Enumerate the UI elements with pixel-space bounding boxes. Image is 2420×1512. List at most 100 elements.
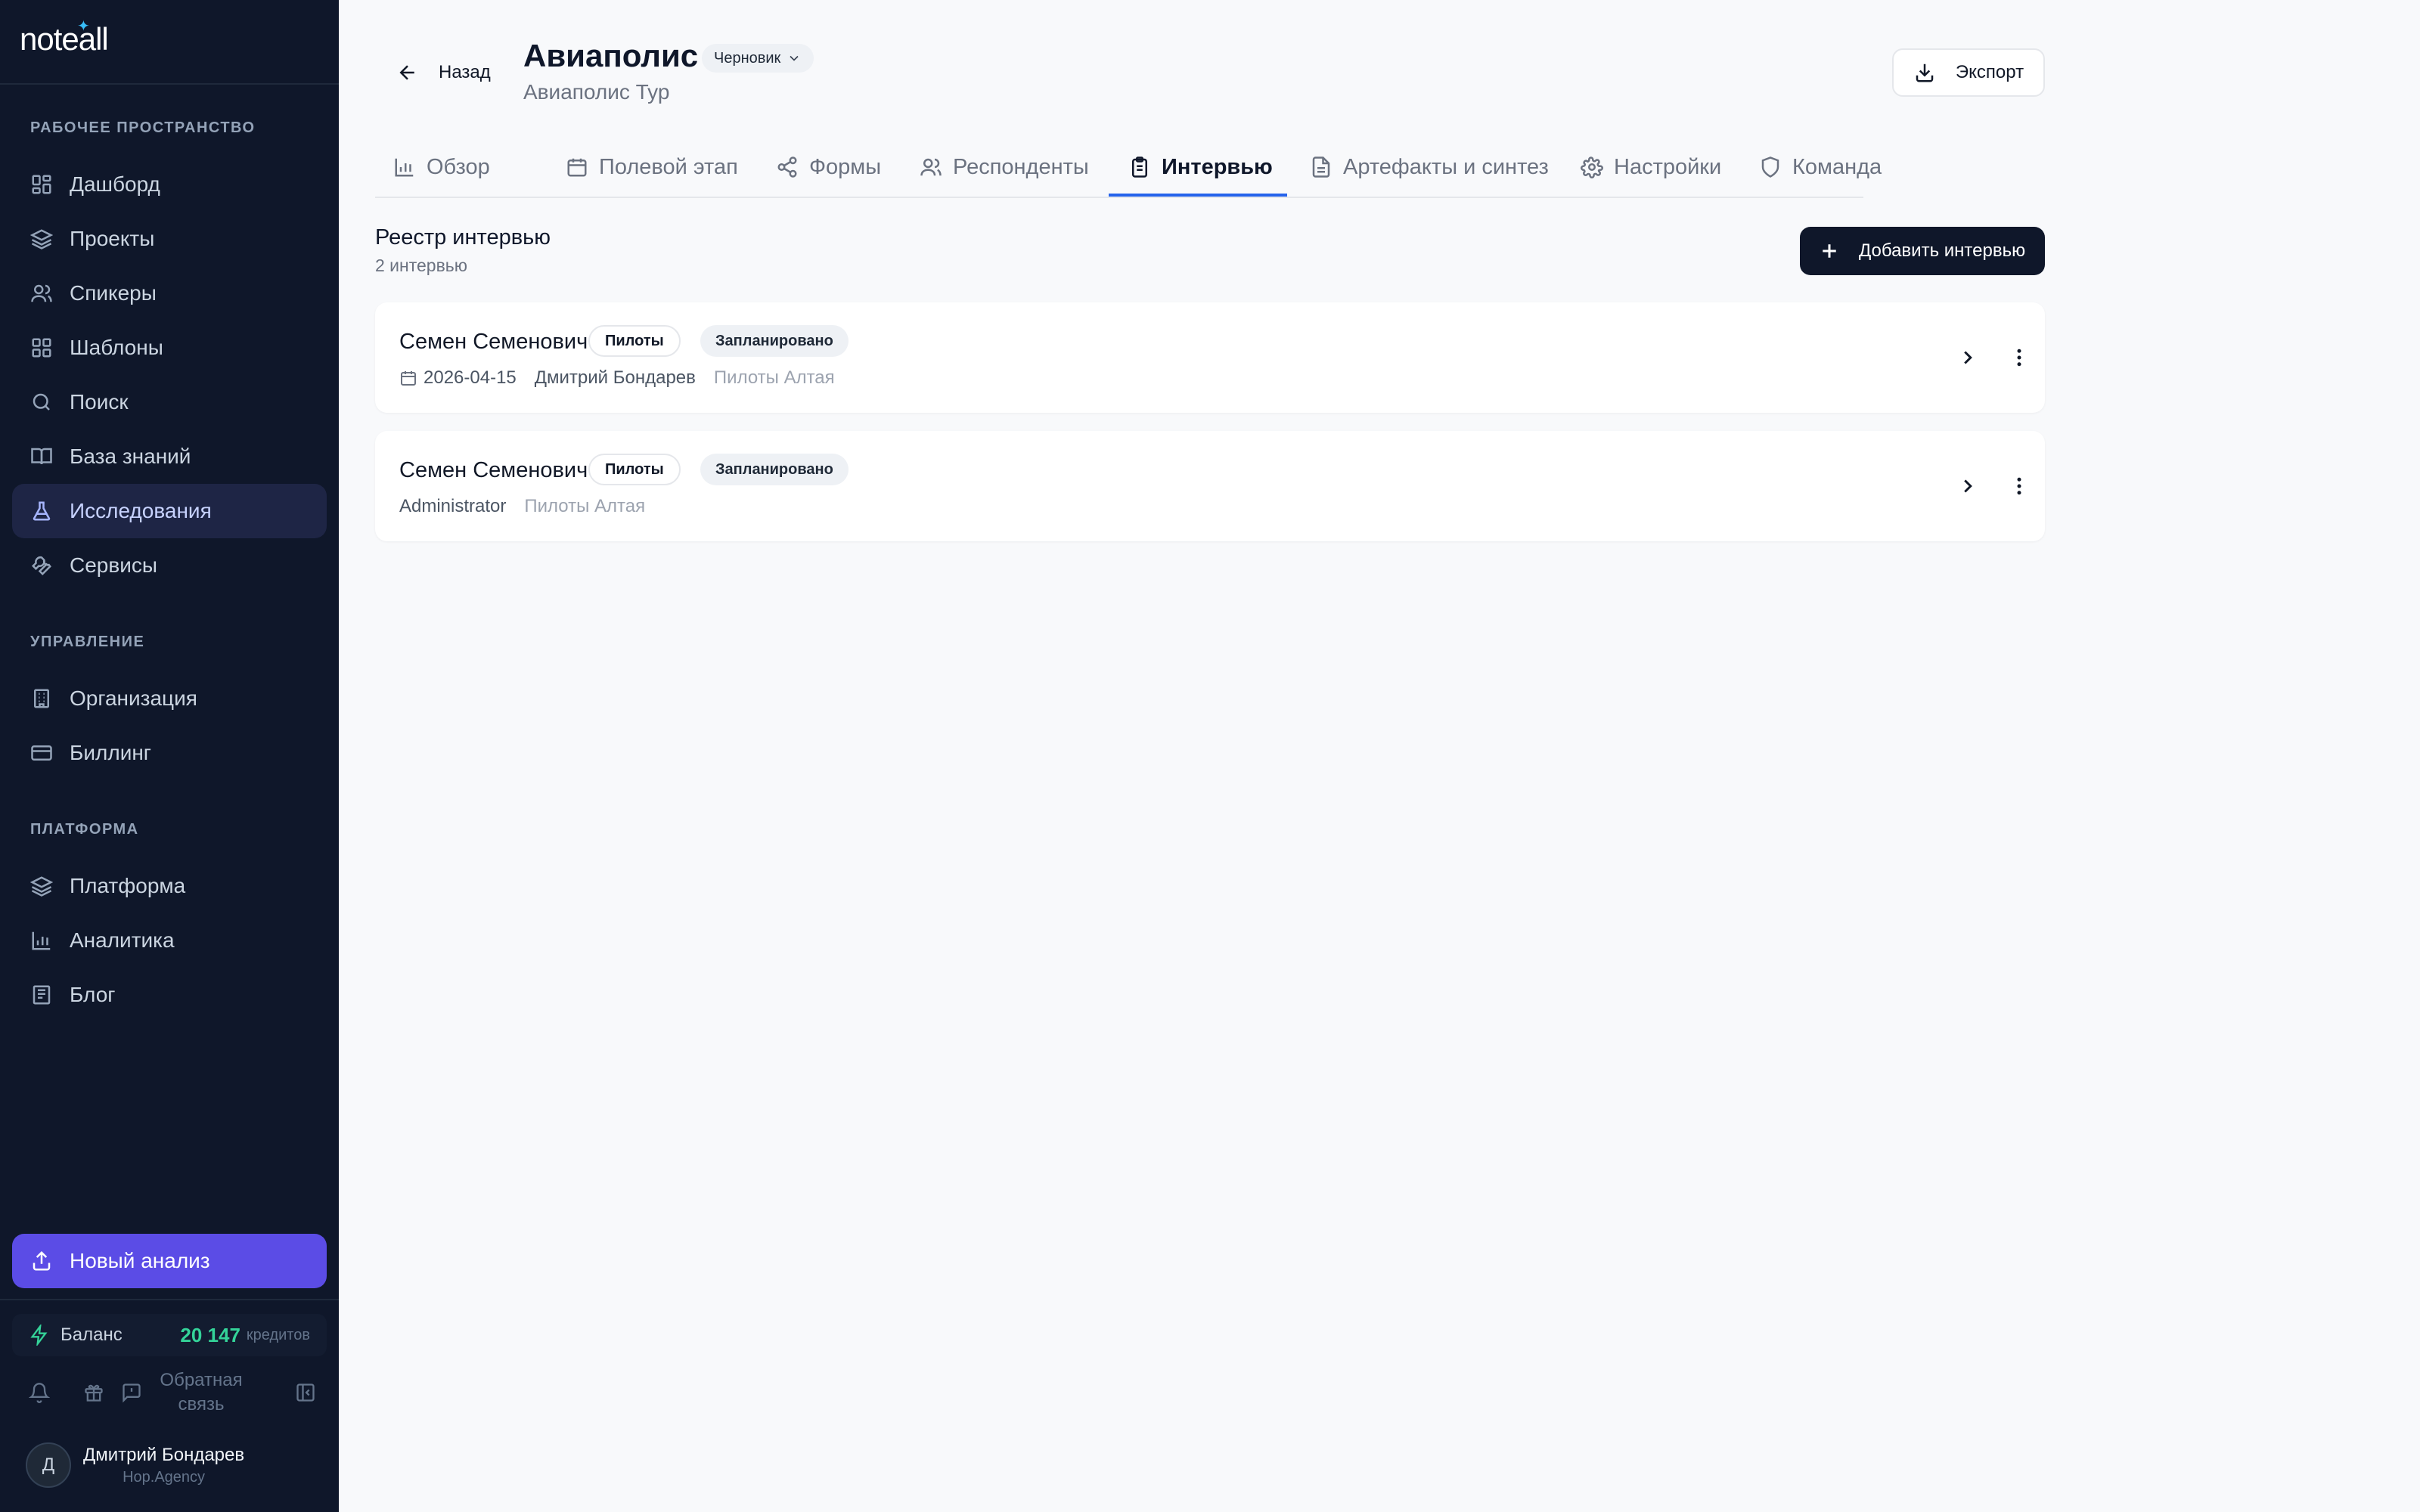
- interview-name: Семен Семенович: [399, 458, 588, 482]
- sidebar-item-knowledge-base[interactable]: База знаний: [12, 429, 327, 484]
- back-button[interactable]: Назад: [396, 57, 491, 88]
- tab-team[interactable]: Команда: [1759, 136, 1882, 198]
- sidebar-item-billing[interactable]: Биллинг: [12, 726, 327, 780]
- registry-title: Реестр интервью: [375, 225, 551, 249]
- notifications-button[interactable]: [12, 1371, 67, 1414]
- open-interview-button[interactable]: [1953, 471, 1983, 501]
- logo-text: noteall: [20, 21, 109, 57]
- gear-icon: [1581, 156, 1603, 178]
- role-badge: Пилоты: [588, 454, 681, 485]
- interview-name: Семен Семенович: [399, 330, 588, 354]
- message-icon: [123, 1383, 141, 1403]
- sidebar-item-research[interactable]: Исследования: [12, 484, 327, 538]
- tab-label: Артефакты и синтез: [1343, 154, 1549, 179]
- new-analysis-button[interactable]: Новый анализ: [12, 1234, 327, 1288]
- share-icon: [777, 156, 797, 178]
- export-button[interactable]: Экспорт: [1892, 48, 2045, 97]
- balance-label: Баланс: [60, 1325, 123, 1345]
- interview-date: 2026-04-15: [424, 367, 517, 388]
- logo[interactable]: noteall ✦: [20, 18, 109, 64]
- sidebar-item-blog[interactable]: Блог: [12, 968, 327, 1022]
- tab-label: Полевой этап: [599, 154, 738, 179]
- section-platform: ПЛАТФОРМА: [30, 821, 139, 838]
- bar-chart-icon: [395, 158, 414, 177]
- sidebar-item-projects[interactable]: Проекты: [12, 212, 327, 266]
- gifts-button[interactable]: [67, 1371, 121, 1414]
- tab-label: Настройки: [1614, 154, 1722, 179]
- sidebar-item-label: Исследования: [70, 499, 212, 522]
- gift-icon: [85, 1384, 103, 1402]
- more-options-button[interactable]: [2004, 471, 2034, 501]
- more-options-button[interactable]: [2004, 342, 2034, 373]
- plus-icon: [1823, 244, 1836, 258]
- sidebar-item-platform[interactable]: Платформа: [12, 859, 327, 913]
- panel-collapse-icon: [296, 1383, 315, 1402]
- interview-meta: 2026-04-15 Дмитрий Бондарев Пилоты Алтая: [399, 364, 835, 392]
- sidebar-item-label: Платформа: [70, 874, 186, 897]
- newspaper-icon: [33, 985, 51, 1005]
- sidebar-item-speakers[interactable]: Спикеры: [12, 266, 327, 321]
- tab-interviews[interactable]: Интервью: [1128, 136, 1273, 198]
- interview-card[interactable]: Семен Семенович Пилоты Запланировано 202…: [375, 302, 2045, 413]
- sidebar: noteall ✦ РАБОЧЕЕ ПРОСТРАНСТВО Дашборд П…: [0, 0, 339, 1512]
- export-label: Экспорт: [1955, 62, 2024, 82]
- active-tab-indicator: [1109, 194, 1287, 197]
- balance-amount: 20 147: [180, 1323, 240, 1346]
- tab-label: Команда: [1792, 154, 1882, 179]
- sidebar-item-label: Шаблоны: [70, 336, 163, 359]
- sidebar-divider: [0, 1299, 339, 1300]
- tab-artifacts[interactable]: Артефакты и синтез: [1310, 136, 1549, 198]
- wrench-icon: [31, 556, 51, 576]
- status-badge: Запланировано: [700, 454, 849, 485]
- tab-settings[interactable]: Настройки: [1581, 136, 1721, 198]
- users-icon: [31, 284, 52, 302]
- search-icon: [33, 393, 50, 411]
- feedback-button[interactable]: Обратная связь: [121, 1368, 247, 1417]
- arrow-left-icon: [399, 65, 414, 80]
- collapse-sidebar-button[interactable]: [284, 1382, 327, 1403]
- user-org: Hop.Agency: [123, 1468, 206, 1486]
- sidebar-item-label: Дашборд: [70, 172, 160, 196]
- dashboard-icon: [32, 175, 51, 194]
- add-interview-button[interactable]: Добавить интервью: [1800, 227, 2045, 275]
- sidebar-item-templates[interactable]: Шаблоны: [12, 321, 327, 375]
- balance-widget[interactable]: Баланс 20 147 кредитов: [12, 1314, 327, 1356]
- new-analysis-label: Новый анализ: [70, 1249, 210, 1272]
- interview-card[interactable]: Семен Семенович Пилоты Запланировано Adm…: [375, 431, 2045, 541]
- tab-forms[interactable]: Формы: [776, 136, 881, 198]
- sidebar-item-label: Блог: [70, 983, 116, 1006]
- tab-respondents[interactable]: Респонденты: [920, 136, 1089, 198]
- book-icon: [31, 448, 52, 465]
- user-profile[interactable]: Д Дмитрий Бондарев Hop.Agency: [26, 1441, 244, 1489]
- user-name: Дмитрий Бондарев: [83, 1444, 245, 1465]
- layers-icon: [30, 876, 53, 897]
- tab-field-stage[interactable]: Полевой этап: [566, 136, 738, 198]
- tab-label: Формы: [809, 154, 882, 179]
- sidebar-item-organization[interactable]: Организация: [12, 671, 327, 726]
- sidebar-divider: [0, 83, 339, 85]
- more-vertical-icon: [2017, 349, 2021, 367]
- tab-overview[interactable]: Обзор: [393, 136, 490, 198]
- file-icon: [1312, 156, 1330, 178]
- sidebar-item-analytics[interactable]: Аналитика: [12, 913, 327, 968]
- balance-unit: кредитов: [246, 1326, 310, 1343]
- sidebar-item-label: Организация: [70, 686, 197, 710]
- main-content: Назад Авиаполис Черновик Авиаполис Тур Э…: [339, 0, 2420, 1512]
- back-label: Назад: [439, 62, 491, 82]
- sidebar-footer: Обратная связь: [12, 1364, 327, 1421]
- calendar-icon: [567, 158, 587, 177]
- card-icon: [31, 745, 52, 761]
- role-badge: Пилоты: [588, 325, 681, 357]
- status-dropdown[interactable]: Черновик: [702, 44, 814, 73]
- sidebar-item-services[interactable]: Сервисы: [12, 538, 327, 593]
- status-badge: Запланировано: [700, 325, 849, 357]
- sidebar-item-label: Биллинг: [70, 741, 152, 764]
- tab-label: Респонденты: [953, 154, 1089, 179]
- layers-icon: [30, 229, 53, 249]
- section-management: УПРАВЛЕНИЕ: [30, 634, 145, 650]
- users-icon: [920, 158, 942, 176]
- sidebar-item-label: База знаний: [70, 445, 191, 468]
- sidebar-item-dashboard[interactable]: Дашборд: [12, 157, 327, 212]
- sidebar-item-search[interactable]: Поиск: [12, 375, 327, 429]
- open-interview-button[interactable]: [1953, 342, 1983, 373]
